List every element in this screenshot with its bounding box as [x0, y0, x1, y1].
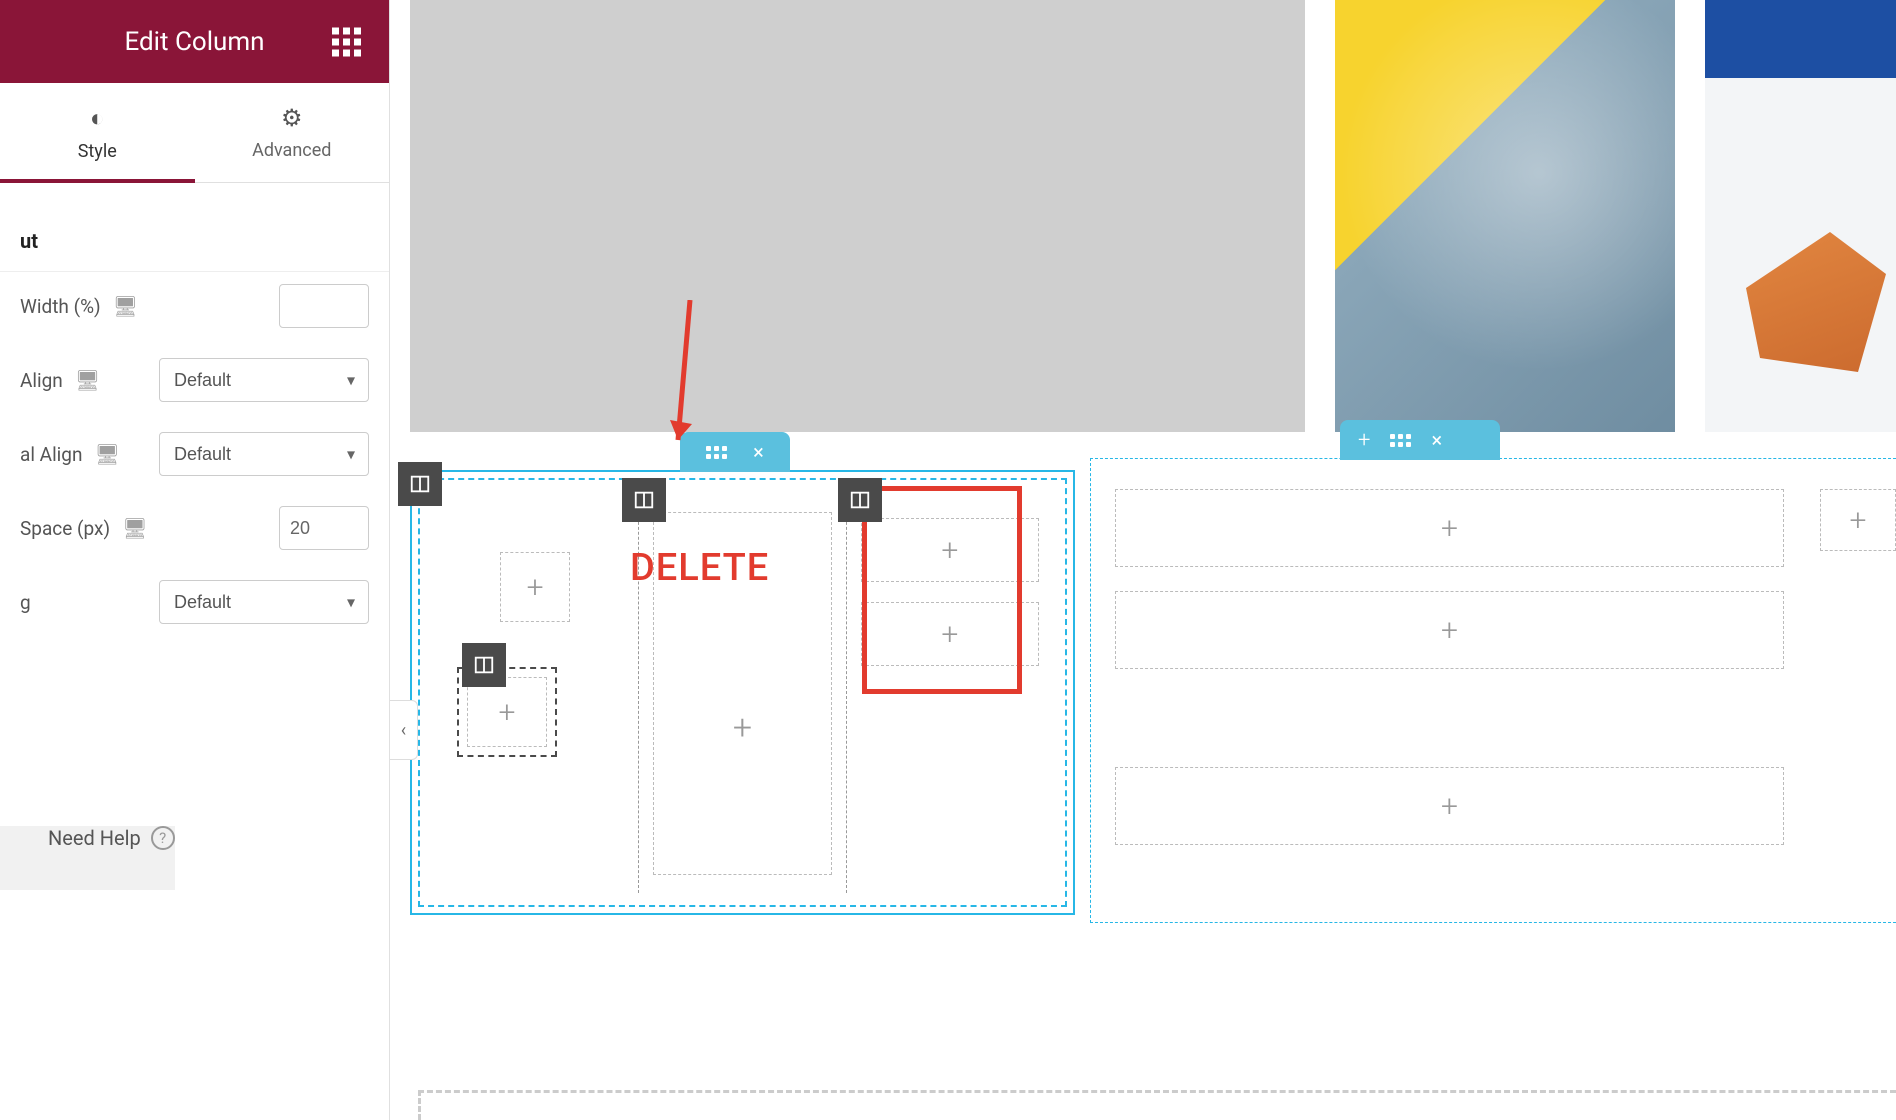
close-icon[interactable]: ×: [1431, 428, 1442, 452]
plus-icon: +: [941, 533, 958, 568]
column-side[interactable]: +: [1820, 489, 1896, 892]
add-widget[interactable]: +: [1115, 591, 1784, 669]
sidebar-tabs: ◐ Style ⚙ Advanced: [0, 83, 389, 183]
tag-label: g: [20, 591, 31, 614]
section-layout-title[interactable]: ut: [0, 201, 389, 272]
plus-icon: +: [499, 695, 516, 730]
column-handle[interactable]: [398, 462, 442, 506]
space-input[interactable]: [279, 506, 369, 550]
control-tag: g Default: [20, 580, 369, 624]
add-widget[interactable]: +: [500, 552, 570, 622]
inner-section-right[interactable]: + + + +: [1090, 458, 1896, 923]
space-label: Space (px): [20, 517, 110, 540]
add-widget[interactable]: +: [861, 602, 1039, 666]
half-circle-icon: ◐: [90, 104, 105, 133]
annotation-arrow: [670, 300, 730, 470]
tab-style-label: Style: [78, 141, 117, 162]
add-widget[interactable]: +: [1115, 767, 1784, 845]
need-help[interactable]: Need Help ?: [0, 826, 175, 890]
control-align: Align 🖥 Default: [20, 358, 369, 402]
help-icon: ?: [151, 826, 175, 850]
control-valign: al Align 🖥 Default: [20, 432, 369, 476]
plus-icon: +: [1441, 511, 1458, 546]
plus-icon: +: [1441, 789, 1458, 824]
need-help-label: Need Help: [48, 826, 141, 850]
tab-advanced[interactable]: ⚙ Advanced: [195, 83, 390, 182]
add-widget[interactable]: +: [1115, 489, 1784, 567]
image-tools[interactable]: [1705, 0, 1896, 432]
valign-label: al Align: [20, 443, 82, 466]
gear-icon: ⚙: [281, 104, 303, 132]
column-handle[interactable]: [838, 478, 882, 522]
sidebar-header: Edit Column: [0, 0, 389, 83]
desktop-icon[interactable]: 🖥: [113, 294, 138, 318]
column-handle[interactable]: [622, 478, 666, 522]
image-dentist[interactable]: [1335, 0, 1675, 432]
tab-advanced-label: Advanced: [252, 140, 331, 161]
chevron-left-icon: ‹: [401, 720, 406, 741]
image-placeholder[interactable]: [410, 0, 1305, 432]
column-3[interactable]: + +: [847, 492, 1053, 893]
column-icon: [849, 489, 871, 511]
plus-icon: +: [733, 708, 752, 748]
plus-icon: +: [1441, 613, 1458, 648]
plus-icon: +: [1850, 503, 1867, 538]
close-icon[interactable]: ×: [753, 440, 764, 464]
control-space: Space (px) 🖥: [20, 506, 369, 550]
annotation-delete-label: DELETE: [630, 546, 769, 590]
column-icon: [633, 489, 655, 511]
sidebar-collapse[interactable]: ‹: [390, 700, 418, 760]
add-widget[interactable]: +: [861, 518, 1039, 582]
inner-section-left[interactable]: + + + + +: [410, 470, 1075, 915]
desktop-icon[interactable]: 🖥: [75, 368, 100, 392]
sidebar-title: Edit Column: [124, 27, 264, 57]
column-main[interactable]: + + +: [1115, 489, 1794, 892]
align-select[interactable]: Default: [159, 358, 369, 402]
plus-icon: +: [527, 570, 544, 605]
column-1[interactable]: + +: [432, 492, 639, 893]
desktop-icon[interactable]: 🖥: [94, 442, 119, 466]
section-handle-right[interactable]: + ×: [1340, 420, 1500, 460]
add-widget[interactable]: +: [467, 677, 547, 747]
column-handle[interactable]: [462, 643, 506, 687]
editor-canvas: × + + + + +: [390, 0, 1896, 1120]
control-width: Width (%) 🖥: [20, 284, 369, 328]
width-input[interactable]: [279, 284, 369, 328]
hero-row: [390, 0, 1896, 432]
drag-icon[interactable]: [1390, 434, 1411, 447]
layout-controls: Width (%) 🖥 Align 🖥 Default al Align 🖥 D…: [0, 272, 389, 648]
desktop-icon[interactable]: 🖥: [122, 516, 147, 540]
tab-style[interactable]: ◐ Style: [0, 83, 195, 182]
add-widget[interactable]: +: [722, 708, 762, 748]
valign-select[interactable]: Default: [159, 432, 369, 476]
add-section-drop[interactable]: [418, 1090, 1896, 1120]
sidebar: Edit Column ◐ Style ⚙ Advanced ut Width …: [0, 0, 390, 1120]
column-icon: [473, 654, 495, 676]
tag-select[interactable]: Default: [159, 580, 369, 624]
width-label: Width (%): [20, 295, 101, 318]
apps-icon[interactable]: [332, 27, 361, 56]
add-widget[interactable]: +: [1820, 489, 1896, 551]
align-label: Align: [20, 369, 63, 392]
plus-icon: +: [941, 617, 958, 652]
plus-icon[interactable]: +: [1358, 428, 1370, 453]
column-icon: [409, 473, 431, 495]
